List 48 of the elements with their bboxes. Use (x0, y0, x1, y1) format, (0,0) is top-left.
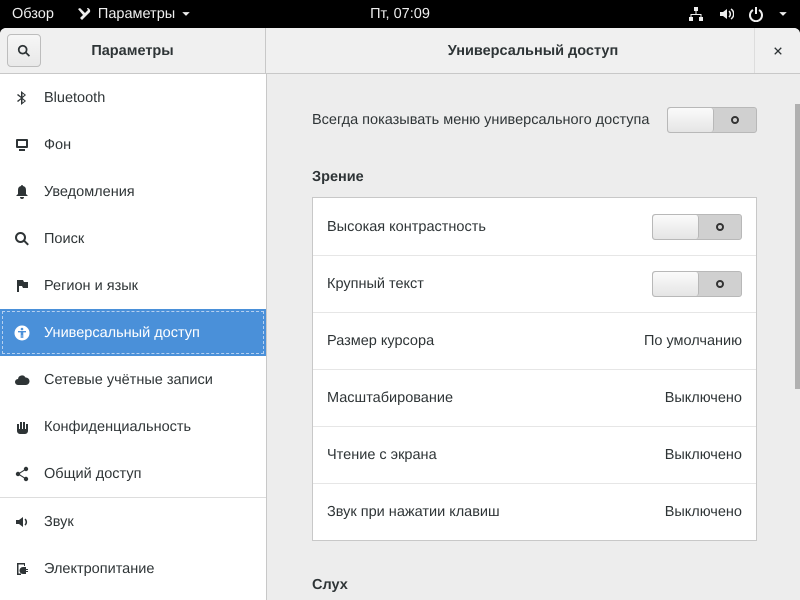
bell-icon (14, 184, 30, 200)
toggle-switch[interactable] (652, 214, 742, 240)
setting-value: Выключено (664, 390, 742, 406)
setting-label: Звук при нажатии клавиш (327, 504, 500, 520)
clock[interactable]: Пт, 07:09 (345, 6, 455, 22)
sidebar-item[interactable]: Регион и язык (0, 262, 266, 309)
search-icon (14, 230, 30, 246)
sidebar-item[interactable]: Фон (0, 121, 266, 168)
off-icon (716, 280, 724, 288)
sidebar-item[interactable]: Звук (0, 498, 266, 545)
power-icon (748, 6, 764, 22)
monitor-icon (14, 136, 30, 152)
speaker-icon (718, 6, 734, 22)
app-menu[interactable]: Параметры (76, 6, 192, 22)
setting-label: Чтение с экрана (327, 447, 437, 463)
sidebar-item[interactable]: Общий доступ (0, 450, 266, 497)
sidebar-title: Параметры (90, 42, 175, 58)
setting-label: Всегда показывать меню универсального доступа (312, 112, 650, 128)
section-title: Зрение (312, 169, 365, 185)
setting-label: Высокая контрастность (327, 218, 486, 234)
setting-label: Размер курсора (327, 333, 434, 349)
section-title: Слух (312, 577, 349, 593)
close-icon (772, 46, 782, 56)
battery-plug-icon (14, 560, 30, 576)
network-icon (688, 6, 704, 22)
search-icon (17, 44, 31, 58)
sidebar-item[interactable]: Конфиденциальность (0, 403, 266, 450)
setting-value: По умолчанию (644, 333, 742, 349)
sidebar-item[interactable]: Уведомления (0, 168, 266, 215)
share-icon (14, 466, 30, 482)
flag-icon (14, 278, 30, 294)
setting-value: Выключено (664, 447, 742, 463)
window-title: Универсальный доступ (446, 42, 620, 58)
scrollbar[interactable] (795, 104, 800, 389)
search-button[interactable] (7, 34, 41, 67)
activities-button[interactable]: Обзор (12, 6, 54, 22)
setting-label: Масштабирование (327, 390, 454, 406)
sidebar-item[interactable]: Поиск (0, 215, 266, 262)
sidebar-item[interactable]: Bluetooth (0, 74, 266, 121)
toggle-switch[interactable] (652, 271, 742, 297)
setting-label: Крупный текст (327, 276, 424, 292)
off-icon (716, 222, 724, 230)
sidebar-item[interactable]: Электропитание (0, 545, 266, 592)
toggle-switch[interactable] (667, 107, 757, 133)
off-icon (731, 116, 739, 124)
sidebar-item[interactable]: Сетевые учётные записи (0, 356, 266, 403)
accessibility-icon (14, 324, 30, 340)
setting-value: Выключено (664, 504, 742, 520)
